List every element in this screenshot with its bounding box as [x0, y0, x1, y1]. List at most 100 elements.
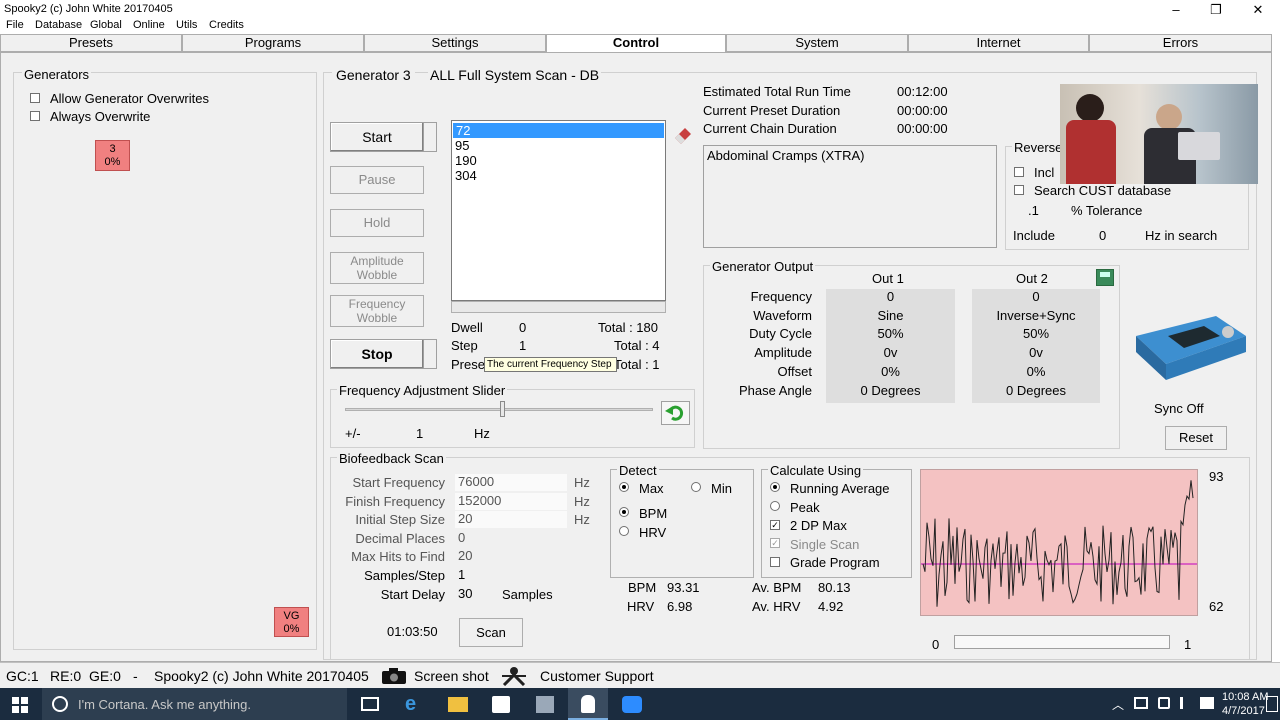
grade-program-checkbox[interactable] [770, 557, 780, 567]
single-scan-checkbox[interactable]: ✓ [770, 538, 780, 548]
menu-database[interactable]: Database [35, 19, 82, 31]
status-bar: GC:1 RE:0 GE:0 - Spooky2 (c) John White … [0, 662, 1280, 688]
detect-max-radio[interactable] [619, 482, 629, 492]
list-item-selected[interactable]: 72 [453, 123, 664, 138]
start-button[interactable]: Start [330, 122, 424, 152]
finish-input[interactable]: 152000 [455, 492, 567, 510]
allow-overwrites-checkbox[interactable] [30, 93, 40, 103]
support-icon[interactable] [499, 666, 529, 687]
dec-input[interactable]: 0 [455, 530, 567, 547]
tab-control[interactable]: Control [546, 34, 726, 53]
cortana-search-box[interactable]: I'm Cortana. Ask me anything. [42, 688, 347, 720]
preset-label: Prese [451, 357, 485, 372]
step-input[interactable]: 20 [455, 511, 567, 529]
detect-bpm-radio[interactable] [619, 507, 629, 517]
tab-errors[interactable]: Errors [1089, 34, 1272, 52]
notifications-icon[interactable] [1266, 696, 1278, 712]
running-average-radio[interactable] [770, 482, 780, 492]
menu-online[interactable]: Online [133, 19, 165, 31]
peak-radio[interactable] [770, 501, 780, 511]
tolerance-input[interactable]: .1 [1028, 203, 1039, 218]
menu-utils[interactable]: Utils [176, 19, 197, 31]
camera-icon[interactable] [381, 667, 407, 685]
file-explorer-icon[interactable] [448, 697, 468, 712]
tab-programs[interactable]: Programs [182, 34, 364, 52]
reset-button[interactable]: Reset [1165, 426, 1227, 450]
detect-min-label: Min [711, 481, 732, 496]
menu-global[interactable]: Global [90, 19, 122, 31]
include-hz-input[interactable]: 0 [1099, 228, 1106, 243]
list-scrollbar[interactable] [451, 301, 666, 313]
pause-button[interactable]: Pause [330, 166, 424, 194]
tray-keyboard-icon[interactable] [1200, 697, 1214, 709]
dp-max-checkbox[interactable]: ✓ [770, 520, 780, 530]
app-icon[interactable] [536, 696, 554, 713]
generator-number: 3 [109, 143, 116, 155]
list-item[interactable]: 304 [452, 168, 665, 183]
menu-bar: File Database Global Online Utils Credit… [0, 19, 1280, 34]
screenshot-button[interactable]: Screen shot [414, 668, 489, 684]
out2-value: Inverse+Sync [996, 307, 1076, 323]
tab-settings[interactable]: Settings [364, 34, 546, 52]
vg-badge[interactable]: VG 0% [274, 607, 309, 637]
slider-step-input[interactable]: 1 [416, 426, 423, 441]
include-checkbox[interactable] [1014, 167, 1024, 177]
detect-min-radio[interactable] [691, 482, 701, 492]
graph-scrollbar[interactable] [954, 635, 1170, 649]
maximize-button[interactable]: ❐ [1196, 0, 1236, 19]
video-app-icon[interactable] [622, 696, 642, 713]
slider-track[interactable] [345, 408, 653, 411]
menu-credits[interactable]: Credits [209, 19, 244, 31]
customer-support-button[interactable]: Customer Support [540, 668, 654, 684]
scan-button[interactable]: Scan [459, 618, 523, 647]
out1-value: 0% [881, 363, 900, 379]
include-label: Incl [1034, 165, 1055, 180]
edge-icon[interactable]: e [405, 694, 423, 714]
tab-presets[interactable]: Presets [0, 34, 182, 52]
status-app: Spooky2 (c) John White 20170405 [154, 668, 369, 684]
sps-input[interactable]: 1 [455, 567, 567, 584]
save-icon[interactable] [1096, 269, 1114, 286]
graph-x1-label: 1 [1184, 637, 1192, 652]
frequency-wobble-button[interactable]: Frequency Wobble [330, 295, 424, 327]
start-input[interactable]: 76000 [455, 474, 567, 491]
stop-button[interactable]: Stop [330, 339, 424, 369]
close-button[interactable]: ✕ [1238, 0, 1278, 19]
out1-value: 0v [883, 345, 898, 361]
running-average-label: Running Average [790, 481, 890, 496]
always-overwrite-checkbox[interactable] [30, 111, 40, 121]
hold-button[interactable]: Hold [330, 209, 424, 237]
hits-input[interactable]: 20 [455, 548, 567, 565]
frequency-list[interactable]: 72 95 190 304 [451, 120, 666, 301]
detect-bpm-label: BPM [639, 506, 668, 521]
store-icon[interactable] [492, 696, 510, 713]
eraser-icon[interactable] [671, 124, 695, 144]
list-item[interactable]: 190 [452, 153, 665, 168]
detect-hrv-radio[interactable] [619, 526, 629, 536]
vg-label: VG [283, 610, 300, 622]
tab-system[interactable]: System [726, 34, 908, 52]
amplitude-wobble-button[interactable]: Amplitude Wobble [330, 252, 424, 284]
spooky2-icon [581, 695, 595, 713]
tab-internet[interactable]: Internet [908, 34, 1089, 52]
list-item[interactable]: 95 [452, 138, 665, 153]
sps-label: Samples/Step [364, 568, 445, 583]
menu-file[interactable]: File [6, 19, 24, 31]
minimize-button[interactable]: – [1156, 0, 1196, 19]
tray-chevron-icon[interactable]: ︿ [1112, 696, 1124, 713]
task-view-icon[interactable] [361, 697, 379, 711]
tray-volume-icon[interactable] [1180, 697, 1192, 709]
status-gc: GC:1 [6, 668, 39, 684]
undo-icon[interactable] [661, 401, 690, 425]
generator-3-badge[interactable]: 3 0% [95, 140, 130, 171]
search-cust-checkbox[interactable] [1014, 185, 1024, 195]
windows-start-icon[interactable] [12, 697, 28, 713]
tray-network-icon[interactable] [1134, 697, 1148, 709]
preset-total: Total : 1 [614, 357, 660, 372]
slider-thumb[interactable] [500, 401, 505, 417]
taskbar-time: 10:08 AM [1222, 691, 1269, 703]
spooky2-taskbar-button[interactable] [568, 688, 608, 720]
start-label: Start Frequency [352, 475, 446, 490]
frequency-slider-panel: Frequency Adjustment Slider +/- 1 Hz [330, 383, 695, 448]
tray-battery-icon[interactable] [1158, 697, 1170, 709]
